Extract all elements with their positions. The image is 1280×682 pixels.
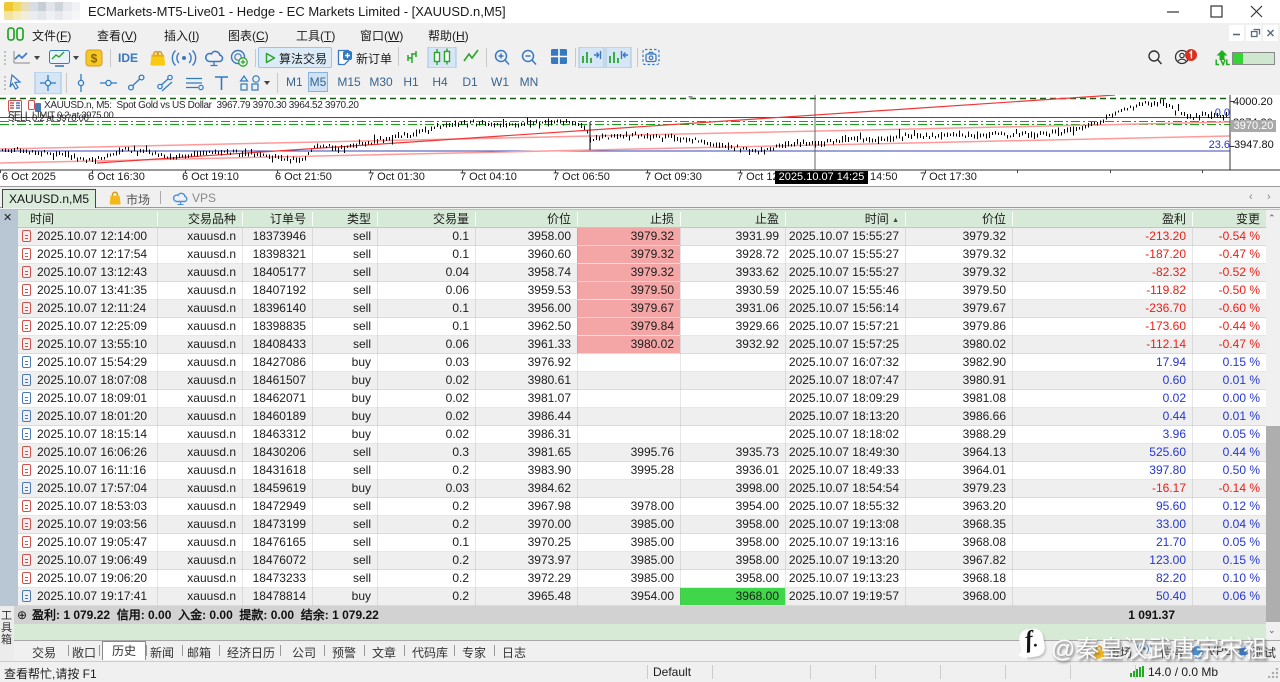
svg-text:$: $ bbox=[91, 52, 98, 66]
svg-text:IDE: IDE bbox=[118, 51, 138, 65]
